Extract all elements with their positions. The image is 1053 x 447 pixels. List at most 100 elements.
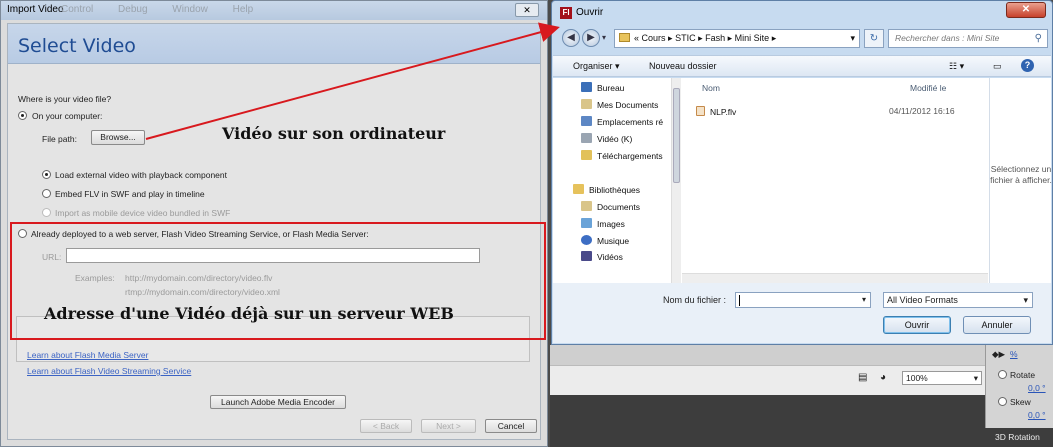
- search-icon[interactable]: ⚲: [1035, 30, 1042, 47]
- file-path-label: File path:: [42, 134, 77, 144]
- launch-encoder-button[interactable]: Launch Adobe Media Encoder: [210, 395, 346, 409]
- tab-3d-rotation[interactable]: 3D Rotation: [985, 428, 1053, 447]
- nav-item-bureau[interactable]: Bureau: [581, 82, 624, 93]
- documents-icon: [581, 201, 592, 211]
- address-bar[interactable]: « Cours ▸ STIC ▸ Fash ▸ Mini Site ▸ ▾: [614, 29, 860, 48]
- nav-label: Musique: [597, 236, 630, 246]
- images-icon: [581, 218, 592, 228]
- file-browser: Bureau Mes Documents Emplacements ré Vid…: [553, 78, 1052, 283]
- question-label: Where is your video file?: [18, 94, 112, 104]
- nav-label: Vidéos: [597, 252, 623, 262]
- videos-icon: [581, 251, 592, 261]
- nav-label: Images: [597, 219, 625, 229]
- annotation-local-video: Vidéo sur son ordinateur: [222, 124, 446, 143]
- edit-scene-icon[interactable]: ◕: [880, 372, 892, 384]
- embed-flv-radio[interactable]: [42, 189, 51, 198]
- breadcrumb-cours[interactable]: Cours: [642, 33, 666, 43]
- edit-symbols-icon[interactable]: ▤: [858, 372, 870, 384]
- close-button[interactable]: ✕: [1006, 2, 1046, 18]
- breadcrumb-mini-site[interactable]: Mini Site: [735, 33, 770, 43]
- window-title: Import Video: [7, 4, 64, 15]
- menu-control: Control: [61, 4, 94, 15]
- organize-menu[interactable]: Organiser ▾: [573, 61, 620, 72]
- filename-label: Nom du fichier :: [663, 295, 727, 305]
- search-placeholder: Rechercher dans : Mini Site: [895, 33, 1000, 43]
- load-external-radio[interactable]: [42, 170, 51, 179]
- column-header-modified[interactable]: Modifié le: [910, 83, 946, 93]
- file-row[interactable]: NLP.flv: [696, 106, 736, 117]
- on-computer-label: On your computer:: [32, 111, 103, 121]
- cancel-button[interactable]: Cancel: [485, 419, 537, 433]
- chevron-down-icon: ▾: [1023, 295, 1028, 305]
- back-arrow-icon[interactable]: ◀: [562, 29, 580, 47]
- zoom-value: 100%: [906, 373, 928, 383]
- places-icon: [581, 116, 592, 126]
- nav-item-images[interactable]: Images: [581, 218, 625, 229]
- rotate-value[interactable]: 0,0 °: [1028, 383, 1046, 393]
- column-header-name[interactable]: Nom: [702, 83, 720, 93]
- nav-item-documents[interactable]: Documents: [581, 201, 640, 212]
- file-modified-date: 04/11/2012 16:16: [889, 106, 955, 116]
- zoom-select[interactable]: 100% ▾: [902, 371, 982, 385]
- search-input[interactable]: Rechercher dans : Mini Site ⚲: [888, 29, 1048, 48]
- background-menubar: Control Debug Window Help: [61, 4, 561, 22]
- load-external-label: Load external video with playback compon…: [55, 170, 227, 180]
- filetype-select[interactable]: All Video Formats ▾: [883, 292, 1033, 308]
- menu-window: Window: [172, 4, 208, 15]
- browse-button[interactable]: Browse...: [91, 130, 145, 145]
- nav-label: Mes Documents: [597, 100, 659, 110]
- back-button: < Back: [360, 419, 412, 433]
- percent-value[interactable]: %: [1010, 349, 1018, 359]
- rotate-label: Rotate: [1010, 370, 1036, 380]
- nav-item-video-k[interactable]: Vidéo (K): [581, 133, 632, 144]
- download-icon: [581, 150, 592, 160]
- close-button[interactable]: ✕: [515, 3, 539, 17]
- preview-pane-icon[interactable]: ▭: [993, 61, 1002, 72]
- text-caret: [739, 295, 740, 306]
- next-button: Next >: [421, 419, 476, 433]
- nav-item-musique[interactable]: Musique: [581, 235, 629, 246]
- open-dialog-titlebar: Fl Ouvrir ✕: [552, 1, 1052, 25]
- view-options-icon[interactable]: ☷ ▾: [949, 61, 964, 72]
- nav-scrollbar[interactable]: [671, 78, 681, 283]
- breadcrumb-fash[interactable]: Fash: [705, 33, 725, 43]
- learn-fms-link[interactable]: Learn about Flash Media Server: [27, 350, 148, 360]
- command-toolbar: Organiser ▾ Nouveau dossier ☷ ▾ ▭ ?: [553, 55, 1051, 77]
- breadcrumb-stic[interactable]: STIC: [675, 33, 696, 43]
- scroll-thumb[interactable]: [673, 88, 680, 183]
- nav-item-emplacements[interactable]: Emplacements ré: [581, 116, 663, 127]
- refresh-icon[interactable]: ↻: [864, 29, 884, 48]
- drive-icon: [581, 133, 592, 143]
- menu-help: Help: [232, 4, 254, 15]
- nav-item-mes-documents[interactable]: Mes Documents: [581, 99, 658, 110]
- window-title: Ouvrir: [576, 7, 604, 18]
- open-button[interactable]: Ouvrir: [883, 316, 951, 334]
- preview-placeholder: Sélectionnez un fichier à afficher.: [990, 164, 1052, 185]
- forward-arrow-icon[interactable]: ▶: [582, 29, 600, 47]
- embed-flv-label: Embed FLV in SWF and play in timeline: [55, 189, 205, 199]
- desktop-icon: [581, 82, 592, 92]
- nav-label: Bureau: [597, 83, 625, 93]
- help-icon[interactable]: ?: [1021, 59, 1034, 72]
- skew-value[interactable]: 0,0 °: [1028, 410, 1046, 420]
- new-folder-button[interactable]: Nouveau dossier: [649, 61, 717, 71]
- file-list: Nom Modifié le NLP.flv 04/11/2012 16:16: [682, 78, 988, 283]
- nav-label: Vidéo (K): [597, 134, 633, 144]
- open-file-dialog: Fl Ouvrir ✕ ◀ ▶ ▾ « Cours ▸ STIC ▸ Fash …: [551, 0, 1053, 345]
- nav-item-telechargements[interactable]: Téléchargements: [581, 150, 663, 161]
- nav-item-videos[interactable]: Vidéos: [581, 251, 623, 262]
- navigation-pane: Bureau Mes Documents Emplacements ré Vid…: [553, 78, 681, 283]
- chevron-down-icon[interactable]: ▾: [850, 30, 855, 47]
- nav-item-bibliotheques[interactable]: Bibliothèques: [573, 184, 640, 195]
- list-horizontal-scrollbar[interactable]: [682, 273, 988, 283]
- music-icon: [581, 235, 592, 245]
- skew-radio[interactable]: [998, 397, 1007, 406]
- chevron-down-icon[interactable]: ▾: [862, 293, 866, 307]
- address-overflow-chevron[interactable]: «: [634, 33, 639, 43]
- history-dropdown-icon[interactable]: ▾: [602, 33, 606, 42]
- cancel-button[interactable]: Annuler: [963, 316, 1031, 334]
- filename-input[interactable]: ▾: [735, 292, 871, 308]
- on-computer-radio[interactable]: [18, 111, 27, 120]
- learn-fvss-link[interactable]: Learn about Flash Video Streaming Servic…: [27, 366, 191, 376]
- rotate-radio[interactable]: [998, 370, 1007, 379]
